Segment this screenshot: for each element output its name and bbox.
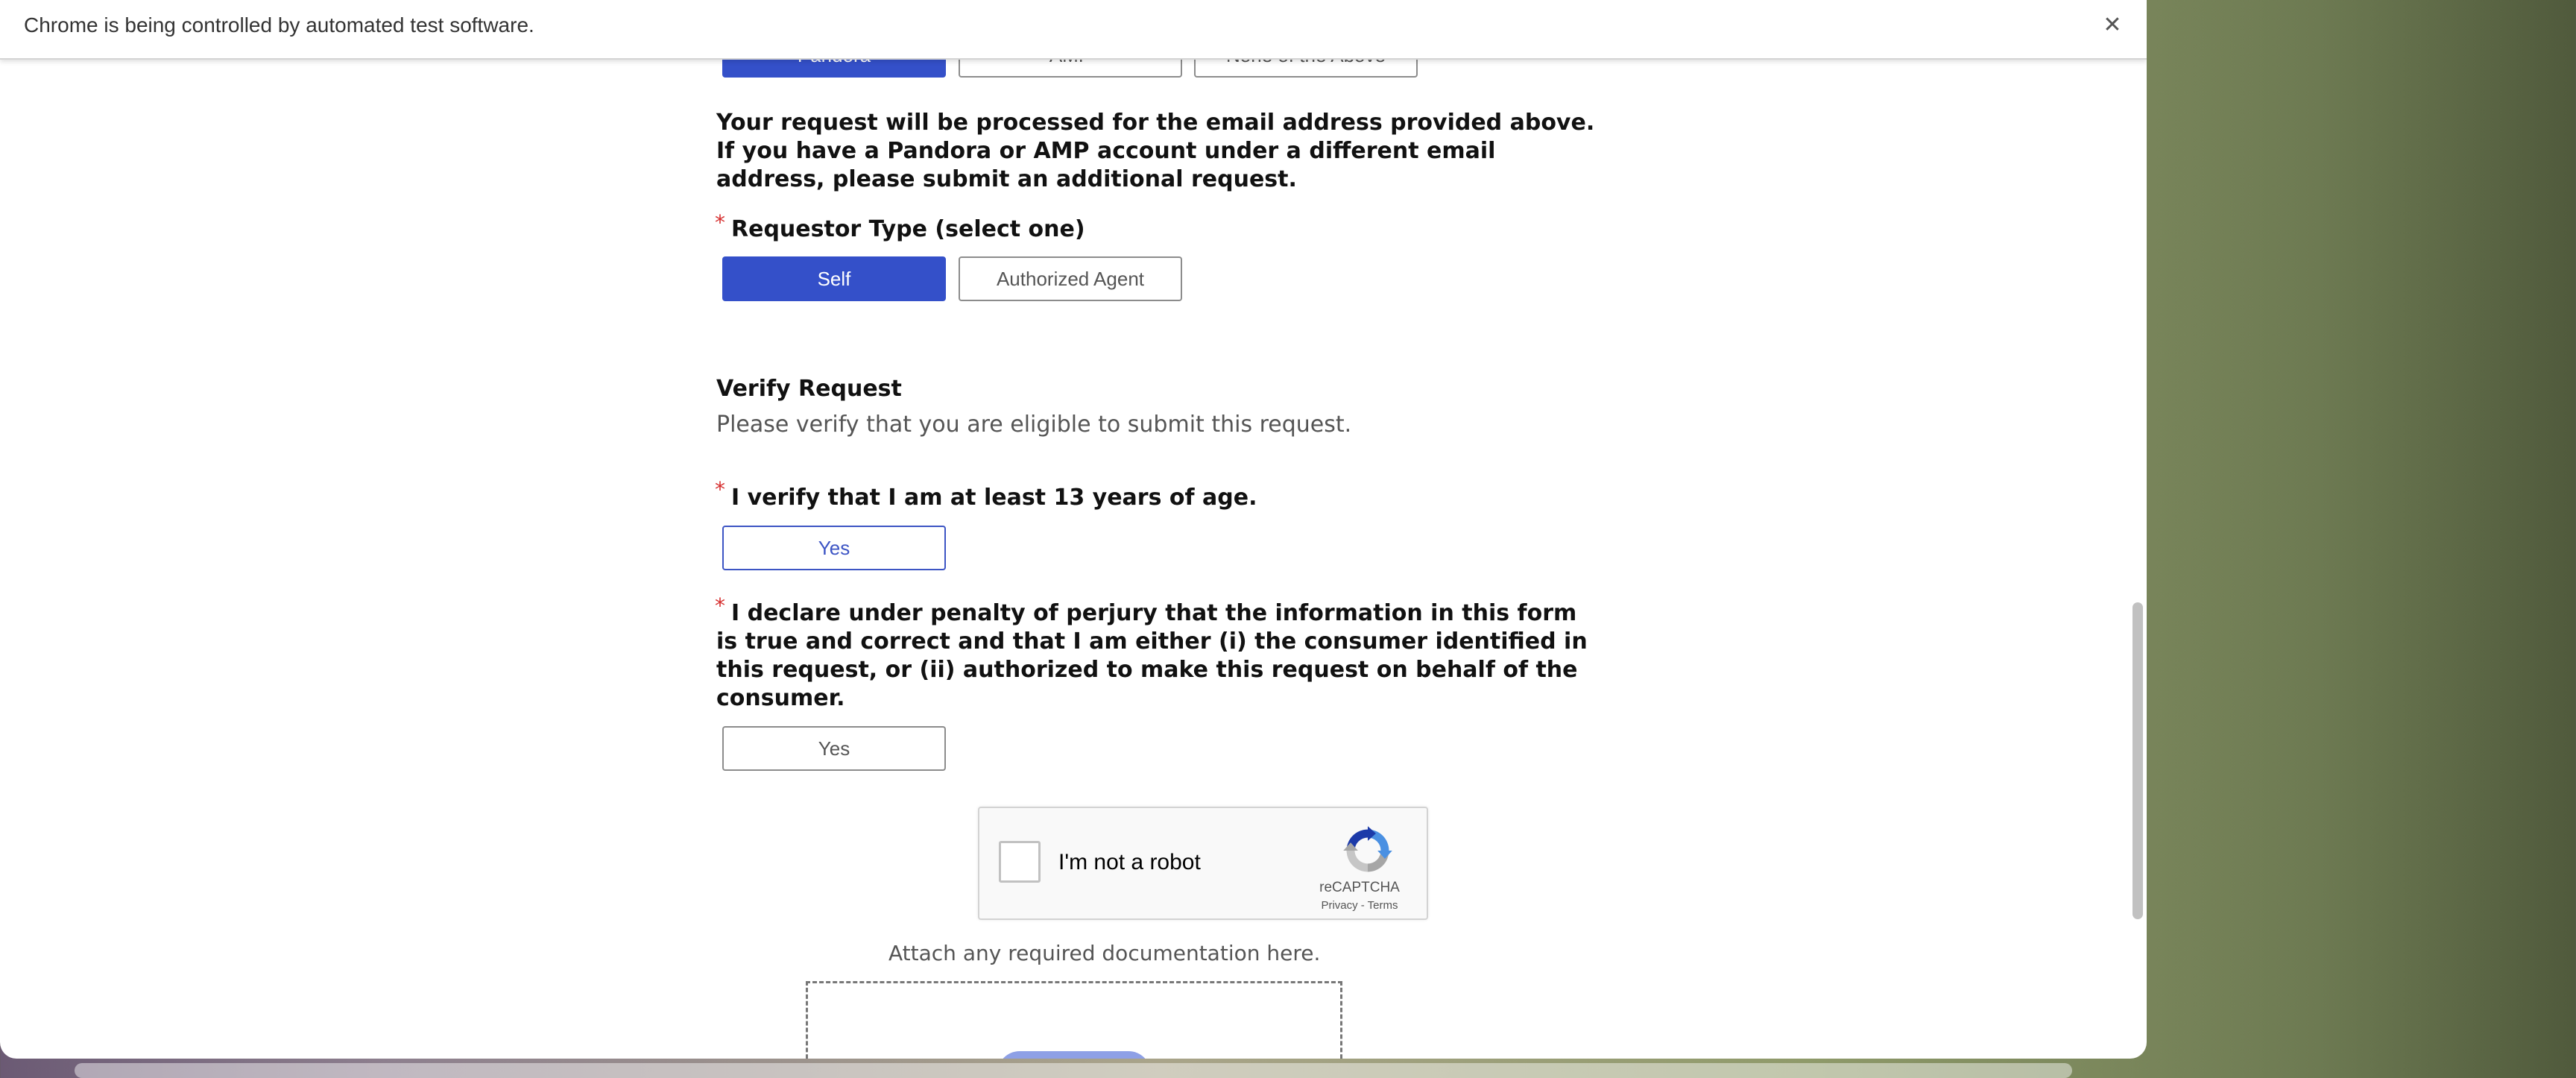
age-verification-question: I verify that I am at least 13 years of … <box>731 485 1257 511</box>
verify-request-subtitle: Please verify that you are eligible to s… <box>716 412 1352 438</box>
close-icon[interactable]: ✕ <box>2096 9 2129 42</box>
desktop-dock <box>75 1063 2072 1078</box>
requestor-authorized-agent-button[interactable]: Authorized Agent <box>959 256 1182 301</box>
file-drop-zone[interactable] <box>806 981 1342 1059</box>
perjury-declaration: I declare under penalty of perjury that … <box>716 599 1588 713</box>
age-yes-button[interactable]: Yes <box>722 526 946 570</box>
requestor-self-button[interactable]: Self <box>722 256 946 301</box>
perjury-yes-button[interactable]: Yes <box>722 726 946 771</box>
perjury-line: is true and correct and that I am either… <box>716 628 1588 655</box>
email-notice: Your request will be processed for the e… <box>716 109 1594 194</box>
recaptcha-privacy-terms-links[interactable]: Privacy - Terms <box>1300 899 1419 912</box>
recaptcha-logo-icon <box>1343 826 1392 872</box>
recaptcha-checkbox[interactable] <box>999 841 1041 883</box>
required-asterisk: * <box>715 210 725 235</box>
infobar-message: Chrome is being controlled by automated … <box>24 13 534 37</box>
email-notice-line: If you have a Pandora or AMP account und… <box>716 138 1496 164</box>
required-asterisk: * <box>715 477 725 502</box>
recaptcha-label: I'm not a robot <box>1058 850 1201 874</box>
requestor-type-label: Requestor Type (select one) <box>731 216 1085 242</box>
automation-infobar: Chrome is being controlled by automated … <box>0 0 2147 60</box>
perjury-line: this request, or (ii) authorized to make… <box>716 657 1578 683</box>
scrollbar-thumb[interactable] <box>2133 602 2143 919</box>
perjury-line: I declare under penalty of perjury that … <box>731 600 1577 626</box>
verify-request-heading: Verify Request <box>716 376 902 402</box>
upload-button[interactable] <box>997 1051 1151 1059</box>
attachment-instructions: Attach any required documentation here. <box>888 941 1321 965</box>
perjury-line: consumer. <box>716 685 845 711</box>
email-notice-line: Your request will be processed for the e… <box>716 110 1595 136</box>
email-notice-line: address, please submit an additional req… <box>716 166 1297 192</box>
recaptcha-widget: I'm not a robot reCAPTCHA Privacy - Term… <box>978 807 1428 920</box>
browser-window: Chrome is being controlled by automated … <box>0 0 2147 1059</box>
recaptcha-brand: reCAPTCHA <box>1319 880 1400 895</box>
